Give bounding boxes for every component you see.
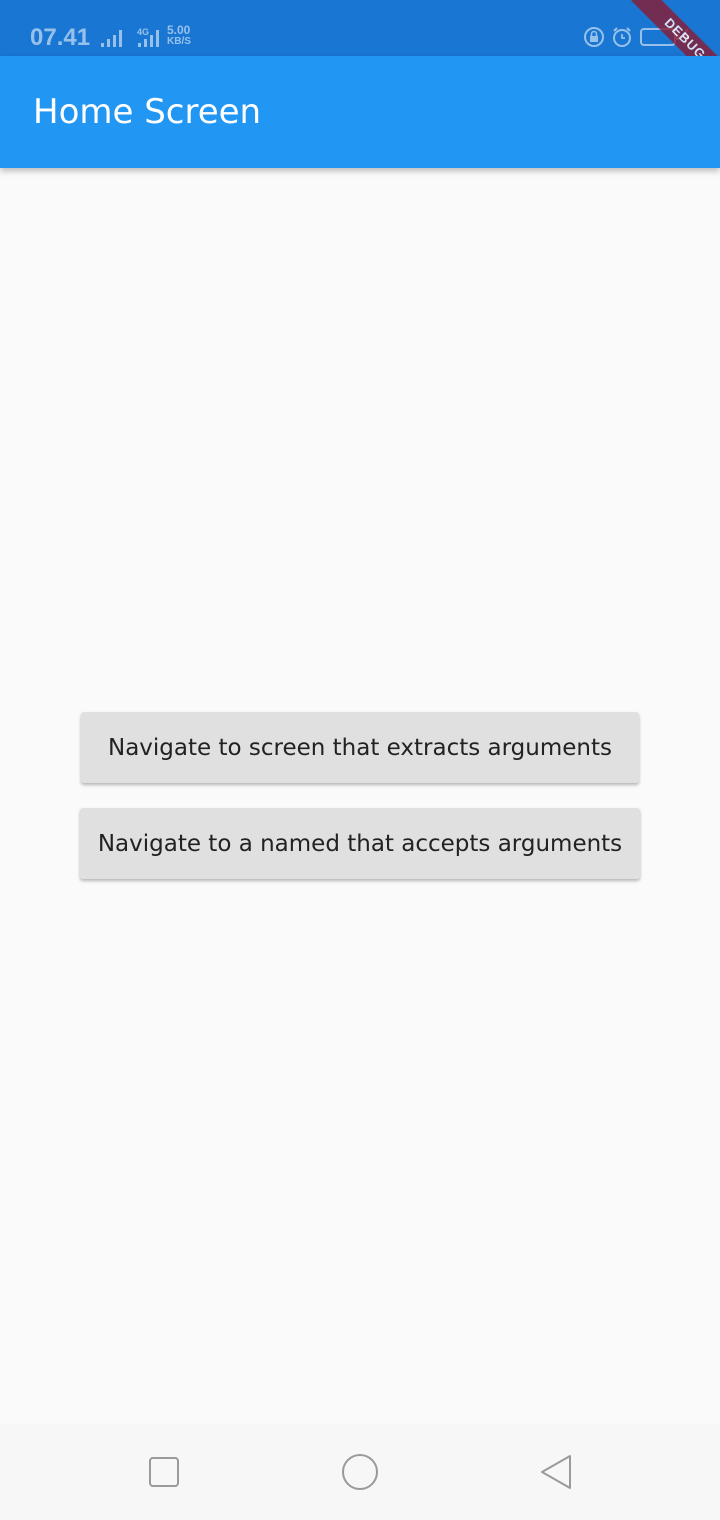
rotation-lock-icon bbox=[584, 27, 604, 47]
home-circle-icon[interactable] bbox=[340, 1452, 380, 1492]
network-speed: 5.00 KB/S bbox=[167, 23, 191, 47]
network-speed-value: 5.00 bbox=[167, 23, 191, 37]
page-title: Home Screen bbox=[33, 92, 262, 132]
recents-square-icon[interactable] bbox=[144, 1452, 184, 1492]
back-triangle-icon[interactable] bbox=[536, 1452, 576, 1492]
app-bar: Home Screen bbox=[0, 56, 720, 168]
status-bar: 07.41 4G 5.00 KB/S DEBUG bbox=[0, 0, 720, 93]
extract-arguments-button[interactable]: Navigate to screen that extracts argumen… bbox=[81, 712, 639, 783]
alarm-icon bbox=[613, 27, 631, 47]
status-time: 07.41 bbox=[30, 24, 91, 51]
signal-icon bbox=[101, 30, 122, 47]
signal-4g-icon bbox=[138, 30, 159, 47]
navigation-bar bbox=[0, 1424, 720, 1520]
network-speed-unit: KB/S bbox=[167, 36, 191, 47]
accept-arguments-button[interactable]: Navigate to a named that accepts argumen… bbox=[80, 808, 640, 879]
